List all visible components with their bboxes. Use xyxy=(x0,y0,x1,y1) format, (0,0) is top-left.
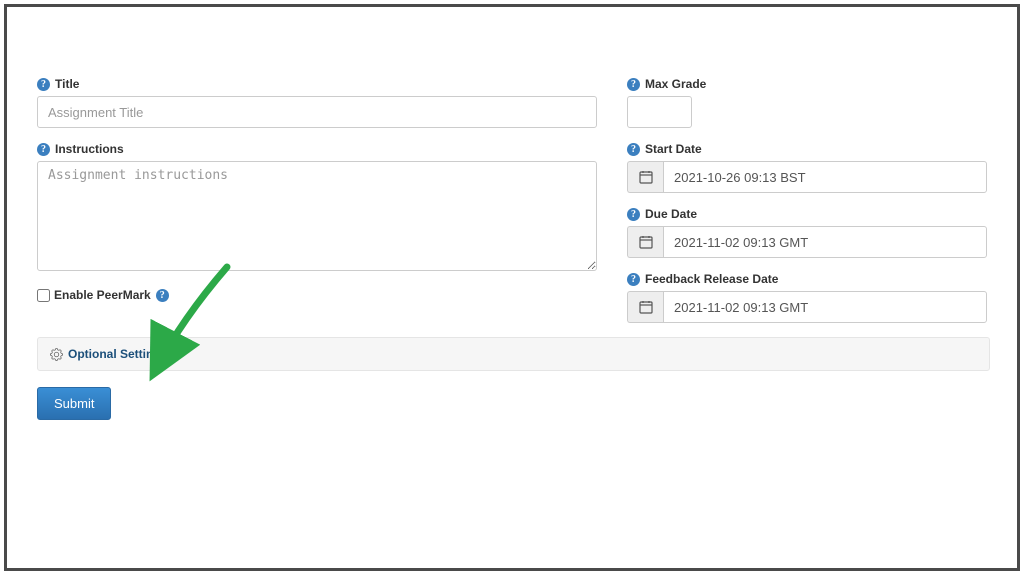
instructions-group: ? Instructions xyxy=(37,142,597,274)
help-icon[interactable]: ? xyxy=(37,143,50,156)
help-icon[interactable]: ? xyxy=(627,208,640,221)
optional-settings-label: Optional Settings xyxy=(68,347,167,361)
startdate-label-text: Start Date xyxy=(645,142,702,156)
calendar-icon[interactable] xyxy=(627,226,663,258)
bottom-section: Optional Settings Submit xyxy=(37,337,990,420)
peermark-group: Enable PeerMark ? xyxy=(37,288,597,302)
feedbackdate-label-text: Feedback Release Date xyxy=(645,272,778,286)
gear-icon xyxy=(50,348,63,361)
right-column: ? Max Grade ? Start Date xyxy=(627,77,987,337)
startdate-input-group xyxy=(627,161,987,193)
duedate-group: ? Due Date xyxy=(627,207,987,258)
help-icon[interactable]: ? xyxy=(156,289,169,302)
help-icon[interactable]: ? xyxy=(627,78,640,91)
left-column: ? Title ? Instructions Enable PeerMark ? xyxy=(37,77,597,337)
title-label-text: Title xyxy=(55,77,79,91)
title-group: ? Title xyxy=(37,77,597,128)
submit-button[interactable]: Submit xyxy=(37,387,111,420)
calendar-icon[interactable] xyxy=(627,291,663,323)
help-icon[interactable]: ? xyxy=(37,78,50,91)
peermark-label: Enable PeerMark xyxy=(54,288,151,302)
maxgrade-group: ? Max Grade xyxy=(627,77,987,128)
optional-settings-toggle[interactable]: Optional Settings xyxy=(37,337,990,371)
startdate-input[interactable] xyxy=(663,161,987,193)
calendar-icon[interactable] xyxy=(627,161,663,193)
startdate-label: ? Start Date xyxy=(627,142,987,156)
instructions-textarea[interactable] xyxy=(37,161,597,271)
title-input[interactable] xyxy=(37,96,597,128)
feedbackdate-input[interactable] xyxy=(663,291,987,323)
form-columns: ? Title ? Instructions Enable PeerMark ? xyxy=(37,77,987,337)
startdate-group: ? Start Date xyxy=(627,142,987,193)
feedbackdate-label: ? Feedback Release Date xyxy=(627,272,987,286)
duedate-label-text: Due Date xyxy=(645,207,697,221)
help-icon[interactable]: ? xyxy=(627,143,640,156)
duedate-input[interactable] xyxy=(663,226,987,258)
instructions-label-text: Instructions xyxy=(55,142,124,156)
feedbackdate-group: ? Feedback Release Date xyxy=(627,272,987,323)
peermark-checkbox[interactable] xyxy=(37,289,50,302)
feedbackdate-input-group xyxy=(627,291,987,323)
duedate-input-group xyxy=(627,226,987,258)
duedate-label: ? Due Date xyxy=(627,207,987,221)
form-panel: ? Title ? Instructions Enable PeerMark ? xyxy=(4,4,1020,571)
instructions-label: ? Instructions xyxy=(37,142,597,156)
maxgrade-label-text: Max Grade xyxy=(645,77,706,91)
title-label: ? Title xyxy=(37,77,597,91)
maxgrade-label: ? Max Grade xyxy=(627,77,987,91)
maxgrade-input[interactable] xyxy=(627,96,692,128)
help-icon[interactable]: ? xyxy=(627,273,640,286)
